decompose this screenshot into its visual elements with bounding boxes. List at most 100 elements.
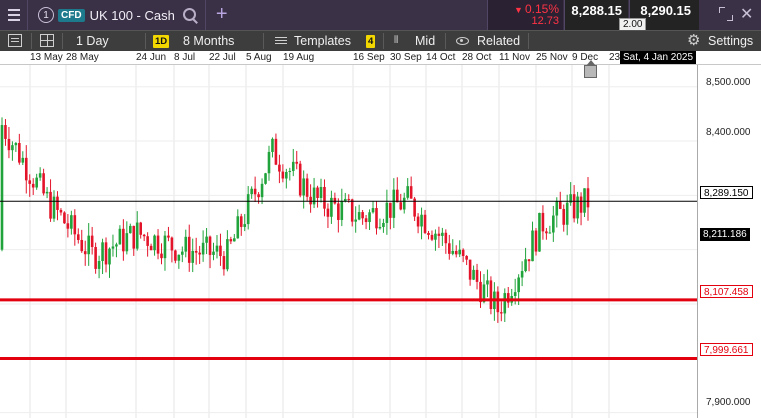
- candle-up: [111, 246, 115, 249]
- crosshair-price-tag: 8,211.186: [700, 228, 750, 241]
- candle-up: [517, 277, 520, 293]
- candle-up: [441, 232, 444, 236]
- candle-up: [52, 196, 56, 219]
- candle-up: [538, 212, 541, 252]
- search-icon[interactable]: [181, 6, 199, 24]
- candle-down: [66, 223, 70, 229]
- settings-button[interactable]: Settings: [708, 31, 753, 51]
- price-tick: 7,900.000: [706, 397, 751, 408]
- candle-down: [278, 164, 281, 172]
- candle-up: [163, 235, 167, 259]
- horizontal-lines: [0, 200, 697, 360]
- candle-up: [264, 173, 267, 184]
- date-label: 28 Oct: [462, 52, 492, 63]
- candle-down: [448, 243, 451, 254]
- candle-down: [337, 203, 340, 220]
- grid-icon[interactable]: [40, 34, 54, 47]
- change-points: 12.73: [531, 15, 559, 27]
- date-label: 16 Sep: [353, 52, 385, 63]
- candle-up: [135, 222, 139, 249]
- candle-down: [160, 253, 163, 259]
- ask-price: 8,290.15: [640, 3, 691, 18]
- candle-down: [132, 225, 136, 249]
- templates-icon[interactable]: [275, 36, 287, 46]
- candle-down: [194, 250, 198, 253]
- related-button[interactable]: Related: [477, 31, 520, 51]
- date-label: 24 Jun: [136, 52, 167, 63]
- candle-down: [489, 280, 493, 310]
- date-label: 8 Jul: [174, 52, 196, 63]
- candle-down: [527, 259, 531, 262]
- candle-down: [142, 234, 146, 237]
- candle-down: [31, 183, 35, 188]
- mid-icon[interactable]: ⫴: [394, 35, 408, 47]
- candle-down: [430, 234, 434, 240]
- candle-down: [423, 214, 427, 233]
- candle-down: [427, 232, 430, 235]
- candle-down: [42, 173, 45, 194]
- candle-down: [229, 239, 233, 242]
- candle-down: [444, 232, 448, 244]
- eye-icon[interactable]: [456, 37, 469, 45]
- candle-down: [49, 191, 52, 219]
- candle-down: [56, 196, 59, 210]
- expand-icon[interactable]: [719, 7, 733, 21]
- date-label: 23: [609, 52, 621, 63]
- candle-up: [215, 245, 219, 252]
- candle-down: [572, 194, 576, 219]
- candle-up: [354, 219, 357, 222]
- candle-down: [219, 245, 222, 257]
- bid-price: 8,288.15: [571, 3, 622, 18]
- templates-button[interactable]: Templates: [294, 31, 351, 51]
- hamburger-menu-icon[interactable]: [0, 0, 28, 30]
- candle-down: [174, 250, 177, 261]
- candle-up: [233, 238, 236, 242]
- candle-down: [156, 235, 160, 254]
- chart-toolbar: 1 Day 1D 8 Months Templates 4 ⫴ Mid Rela…: [0, 30, 761, 51]
- add-instrument-icon[interactable]: +: [204, 0, 228, 30]
- candle-down: [295, 161, 299, 164]
- level-2-price-tag[interactable]: 7,999.661: [700, 343, 753, 356]
- candle-up: [45, 191, 49, 194]
- candle-down: [257, 194, 260, 198]
- candle-up: [184, 236, 188, 252]
- candle-down: [274, 138, 278, 165]
- candle-up: [385, 202, 389, 223]
- candle-up: [267, 151, 271, 174]
- range-selector[interactable]: 8 Months: [183, 31, 234, 51]
- date-label: 25 Nov: [536, 52, 568, 63]
- gear-icon[interactable]: ⚙: [687, 33, 703, 49]
- candle-down: [170, 237, 174, 251]
- candle-down: [104, 242, 108, 265]
- price-tick: 8,400.000: [706, 127, 751, 138]
- interval-selector[interactable]: 1 Day: [76, 31, 109, 51]
- candle-down: [361, 212, 364, 219]
- candle-up: [288, 170, 292, 172]
- cfd-badge: CFD: [58, 8, 85, 22]
- candle-up: [291, 161, 295, 171]
- price-type-selector[interactable]: Mid: [415, 31, 435, 51]
- candle-up: [260, 183, 264, 198]
- candlestick-chart[interactable]: [0, 65, 761, 418]
- candle-up: [420, 214, 423, 227]
- candle-up: [177, 254, 181, 261]
- candle-up: [181, 251, 184, 255]
- candle-up: [565, 202, 569, 225]
- list-icon[interactable]: [8, 34, 22, 47]
- candle-up: [14, 143, 18, 146]
- price-tick: 8,500.000: [706, 77, 751, 88]
- candle-up: [340, 201, 344, 220]
- candle-down: [63, 212, 66, 224]
- instrument-name[interactable]: UK 100 - Cash: [90, 8, 175, 23]
- candle-up: [357, 212, 361, 220]
- date-label: 19 Aug: [283, 52, 315, 63]
- candle-down: [208, 236, 212, 255]
- level-1-price-tag[interactable]: 8,107.458: [700, 285, 753, 298]
- candle-down: [461, 249, 465, 256]
- candle-up: [451, 250, 455, 254]
- candle-down: [7, 138, 11, 151]
- candle-up: [201, 242, 205, 255]
- candle-up: [271, 138, 274, 152]
- close-icon[interactable]: ✕: [740, 4, 758, 24]
- event-marker-icon[interactable]: [584, 60, 597, 78]
